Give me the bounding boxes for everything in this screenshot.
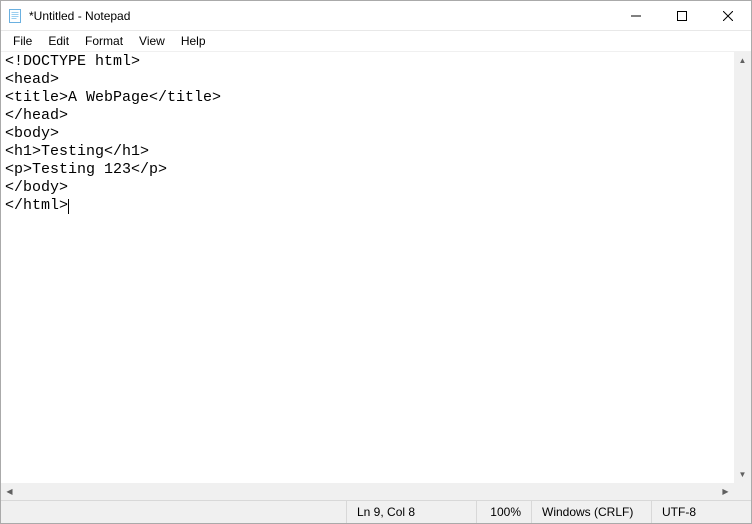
scroll-corner: [734, 483, 751, 500]
window-title: *Untitled - Notepad: [29, 9, 130, 23]
close-button[interactable]: [705, 1, 751, 30]
menubar: File Edit Format View Help: [1, 31, 751, 52]
window-controls: [613, 1, 751, 30]
menu-format[interactable]: Format: [77, 32, 131, 50]
scroll-left-icon[interactable]: ◀: [1, 483, 18, 500]
horizontal-scrollbar[interactable]: ◀ ▶: [1, 483, 734, 500]
status-line-ending: Windows (CRLF): [531, 501, 651, 523]
status-encoding: UTF-8: [651, 501, 751, 523]
status-spacer: [1, 501, 346, 523]
status-zoom: 100%: [476, 501, 531, 523]
minimize-button[interactable]: [613, 1, 659, 30]
status-position: Ln 9, Col 8: [346, 501, 476, 523]
menu-file[interactable]: File: [5, 32, 40, 50]
vertical-scrollbar[interactable]: ▲ ▼: [734, 52, 751, 483]
editor-area: <!DOCTYPE html> <head> <title>A WebPage<…: [1, 52, 751, 500]
menu-view[interactable]: View: [131, 32, 173, 50]
statusbar: Ln 9, Col 8 100% Windows (CRLF) UTF-8: [1, 500, 751, 523]
menu-help[interactable]: Help: [173, 32, 214, 50]
text-editor[interactable]: <!DOCTYPE html> <head> <title>A WebPage<…: [1, 52, 734, 483]
titlebar: *Untitled - Notepad: [1, 1, 751, 31]
menu-edit[interactable]: Edit: [40, 32, 77, 50]
scroll-down-icon[interactable]: ▼: [734, 466, 751, 483]
scroll-right-icon[interactable]: ▶: [717, 483, 734, 500]
notepad-icon: [7, 8, 23, 24]
scroll-up-icon[interactable]: ▲: [734, 52, 751, 69]
maximize-button[interactable]: [659, 1, 705, 30]
